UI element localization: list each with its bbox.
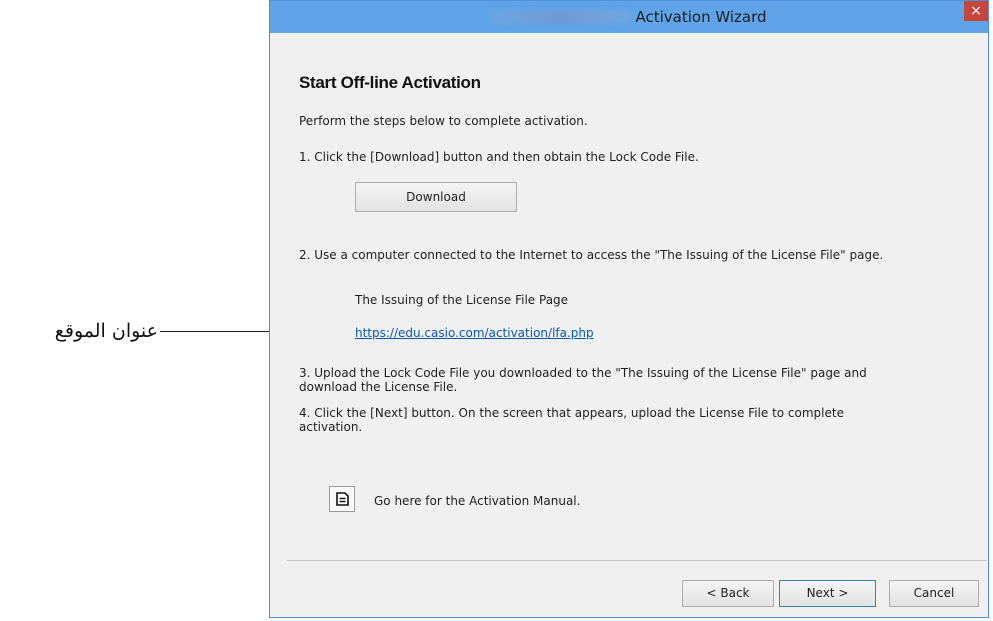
window-title: Activation Wizard xyxy=(270,1,988,33)
step-3-line-2: download the License File. xyxy=(299,380,458,394)
document-icon xyxy=(336,492,349,506)
screen: عنوان الموقع Activation Wizard × Start O… xyxy=(0,0,993,621)
close-button[interactable]: × xyxy=(964,1,988,21)
wizard-content: Start Off-line Activation Perform the st… xyxy=(270,33,988,617)
step-2-text: 2. Use a computer connected to the Inter… xyxy=(299,248,884,262)
step-4-line-1: 4. Click the [Next] button. On the scree… xyxy=(299,406,844,420)
close-icon: × xyxy=(970,3,982,19)
license-url-link[interactable]: https://edu.casio.com/activation/lfa.php xyxy=(355,326,594,340)
window-title-text: Activation Wizard xyxy=(635,8,767,26)
title-bar[interactable]: Activation Wizard × xyxy=(270,1,988,33)
activation-wizard-window: Activation Wizard × Start Off-line Activ… xyxy=(269,0,989,618)
next-button[interactable]: Next > xyxy=(779,580,876,607)
step-1-text: 1. Click the [Download] button and then … xyxy=(299,150,699,164)
license-page-title: The Issuing of the License File Page xyxy=(355,293,569,307)
cancel-button[interactable]: Cancel xyxy=(889,580,979,607)
redacted-app-name xyxy=(491,10,632,24)
footer-divider xyxy=(287,560,987,561)
manual-link-text[interactable]: Go here for the Activation Manual. xyxy=(374,494,580,508)
download-button[interactable]: Download xyxy=(355,182,517,212)
callout-label: عنوان الموقع xyxy=(54,320,158,342)
page-title: Start Off-line Activation xyxy=(299,73,481,92)
step-3-line-1: 3. Upload the Lock Code File you downloa… xyxy=(299,366,867,380)
manual-button[interactable] xyxy=(329,486,355,512)
step-4-line-2: activation. xyxy=(299,420,363,434)
back-button[interactable]: < Back xyxy=(682,580,774,607)
intro-text: Perform the steps below to complete acti… xyxy=(299,114,588,128)
